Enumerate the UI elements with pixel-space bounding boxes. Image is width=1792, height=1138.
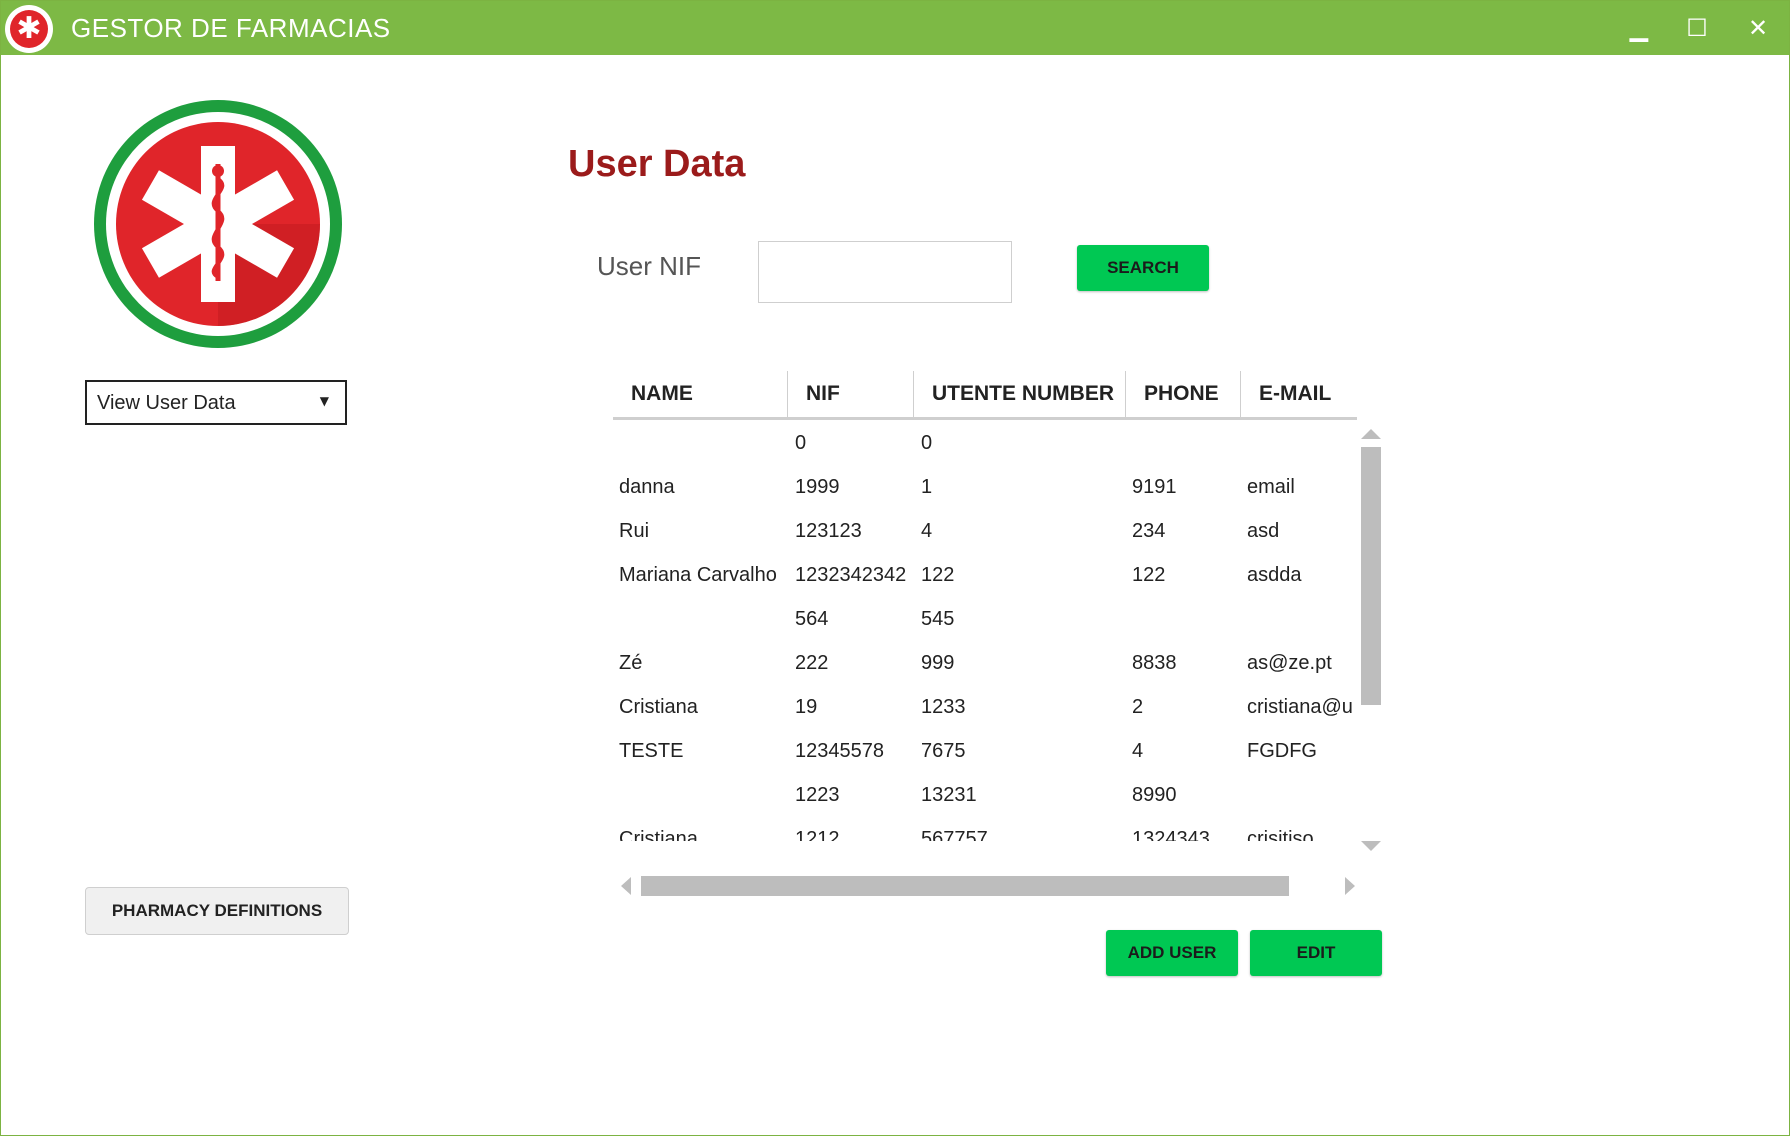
table-row[interactable]: Zé 222 999 8838 as@ze.pt: [613, 641, 1357, 685]
table-row[interactable]: Mariana Carvalho 1232342342 122 122 asdd…: [613, 553, 1357, 597]
view-select-dropdown[interactable]: View User Data ▼: [85, 380, 347, 425]
cell-utente-number: 4: [921, 520, 933, 542]
scroll-left-arrow-icon[interactable]: [621, 877, 631, 895]
cell-name: [619, 773, 789, 817]
cell-email: crisitiso: [1247, 828, 1314, 841]
user-nif-label: User NIF: [597, 251, 701, 281]
pharmacy-definitions-button[interactable]: PHARMACY DEFINITIONS: [85, 887, 349, 935]
table-row[interactable]: 564 545: [613, 597, 1357, 641]
cell-email: [1247, 421, 1357, 465]
cell-phone: 122: [1132, 564, 1166, 586]
add-user-button[interactable]: ADD USER: [1106, 930, 1238, 976]
column-header-nif[interactable]: NIF: [788, 371, 914, 417]
scroll-right-arrow-icon[interactable]: [1345, 877, 1355, 895]
cell-email: [1247, 773, 1357, 817]
vertical-scrollbar[interactable]: [1355, 429, 1385, 851]
cell-nif: 222: [795, 652, 829, 674]
cell-utente-number: 567757: [921, 828, 988, 841]
search-button[interactable]: SEARCH: [1077, 245, 1209, 291]
cell-name: Rui: [619, 520, 650, 542]
table-row[interactable]: TESTE 12345578 7675 4 FGDFG: [613, 729, 1357, 773]
cell-nif: 1212: [795, 828, 840, 841]
cell-name: Cristiana: [619, 828, 698, 841]
star-of-life-icon: ✱: [10, 10, 48, 48]
cell-nif: 123123: [795, 520, 862, 542]
cell-phone: 1324343: [1132, 828, 1210, 841]
column-header-name[interactable]: NAME: [613, 371, 788, 417]
title-bar[interactable]: ✱ GESTOR DE FARMACIAS ▁ ☐ ✕: [1, 1, 1789, 55]
cell-name: TESTE: [619, 740, 684, 762]
cell-nif: 19: [795, 696, 818, 718]
cell-phone: [1132, 421, 1238, 465]
edit-button[interactable]: EDIT: [1250, 930, 1382, 976]
close-button[interactable]: ✕: [1738, 11, 1778, 45]
column-header-email[interactable]: E-MAIL: [1241, 371, 1357, 417]
table-row[interactable]: 0 0: [613, 421, 1357, 465]
cell-email: email: [1247, 476, 1295, 498]
cell-utente-number: 7675: [921, 740, 966, 762]
cell-email: asdda: [1247, 564, 1302, 586]
cell-nif: 564: [795, 608, 829, 630]
vertical-scroll-thumb[interactable]: [1361, 447, 1381, 705]
cell-name: Zé: [619, 652, 643, 674]
table-header: NAME NIF UTENTE NUMBER PHONE E-MAIL: [613, 371, 1357, 420]
user-nif-input[interactable]: [758, 241, 1012, 303]
cell-utente-number: 0: [921, 432, 933, 454]
cell-phone: [1132, 597, 1238, 641]
cell-name: [619, 597, 789, 641]
cell-phone: 234: [1132, 520, 1166, 542]
cell-email: [1247, 597, 1357, 641]
cell-email: cristiana@u: [1247, 696, 1353, 718]
horizontal-scrollbar[interactable]: [621, 873, 1357, 899]
table-row[interactable]: 1223 13231 8990: [613, 773, 1357, 817]
table-row[interactable]: Rui 123123 4 234 asd: [613, 509, 1357, 553]
column-header-utente-number[interactable]: UTENTE NUMBER: [914, 371, 1126, 417]
cell-nif: 0: [795, 432, 807, 454]
cell-utente-number: 999: [921, 652, 955, 674]
cell-name: danna: [619, 476, 675, 498]
table-row[interactable]: Cristiana 1212 567757 1324343 crisitiso: [613, 817, 1357, 841]
cell-utente-number: 13231: [921, 784, 977, 806]
cell-name: Mariana Carvalho: [619, 564, 777, 586]
cell-nif: 1223: [795, 784, 840, 806]
cell-name: Cristiana: [619, 696, 698, 718]
window-title: GESTOR DE FARMACIAS: [71, 13, 391, 43]
minimize-button[interactable]: ▁: [1619, 11, 1659, 45]
column-header-phone[interactable]: PHONE: [1126, 371, 1241, 417]
app-window: ✱ GESTOR DE FARMACIAS ▁ ☐ ✕ View User Da…: [0, 0, 1790, 1136]
cell-utente-number: 1: [921, 476, 933, 498]
cell-phone: 8990: [1132, 784, 1177, 806]
cell-phone: 9191: [1132, 476, 1177, 498]
page-title: User Data: [568, 143, 746, 185]
table-row[interactable]: Cristiana 19 1233 2 cristiana@u: [613, 685, 1357, 729]
view-select-value: View User Data: [97, 392, 236, 414]
cell-utente-number: 1233: [921, 696, 966, 718]
app-icon: ✱: [5, 5, 53, 53]
maximize-button[interactable]: ☐: [1677, 11, 1717, 45]
cell-utente-number: 545: [921, 608, 955, 630]
user-data-grid[interactable]: NAME NIF UTENTE NUMBER PHONE E-MAIL 0 0 …: [613, 371, 1387, 901]
cell-nif: 1999: [795, 476, 840, 498]
scroll-up-arrow-icon[interactable]: [1361, 429, 1381, 439]
cell-nif: 12345578: [795, 740, 884, 762]
cell-utente-number: 122: [921, 564, 955, 586]
pharmacy-logo: [94, 100, 342, 348]
cell-phone: 2: [1132, 696, 1144, 718]
table-row[interactable]: danna 1999 1 9191 email: [613, 465, 1357, 509]
cell-email: FGDFG: [1247, 740, 1317, 762]
table-body: 0 0 danna 1999 1 9191 email Rui 123123 4…: [613, 421, 1357, 841]
cell-email: asd: [1247, 520, 1280, 542]
horizontal-scroll-thumb[interactable]: [641, 876, 1289, 896]
cell-name: [619, 421, 789, 465]
cell-nif: 1232342342: [795, 564, 907, 586]
cell-email: as@ze.pt: [1247, 652, 1332, 674]
cell-phone: 4: [1132, 740, 1144, 762]
cell-phone: 8838: [1132, 652, 1177, 674]
scroll-down-arrow-icon[interactable]: [1361, 841, 1381, 851]
dropdown-arrow-icon: ▼: [319, 394, 329, 408]
